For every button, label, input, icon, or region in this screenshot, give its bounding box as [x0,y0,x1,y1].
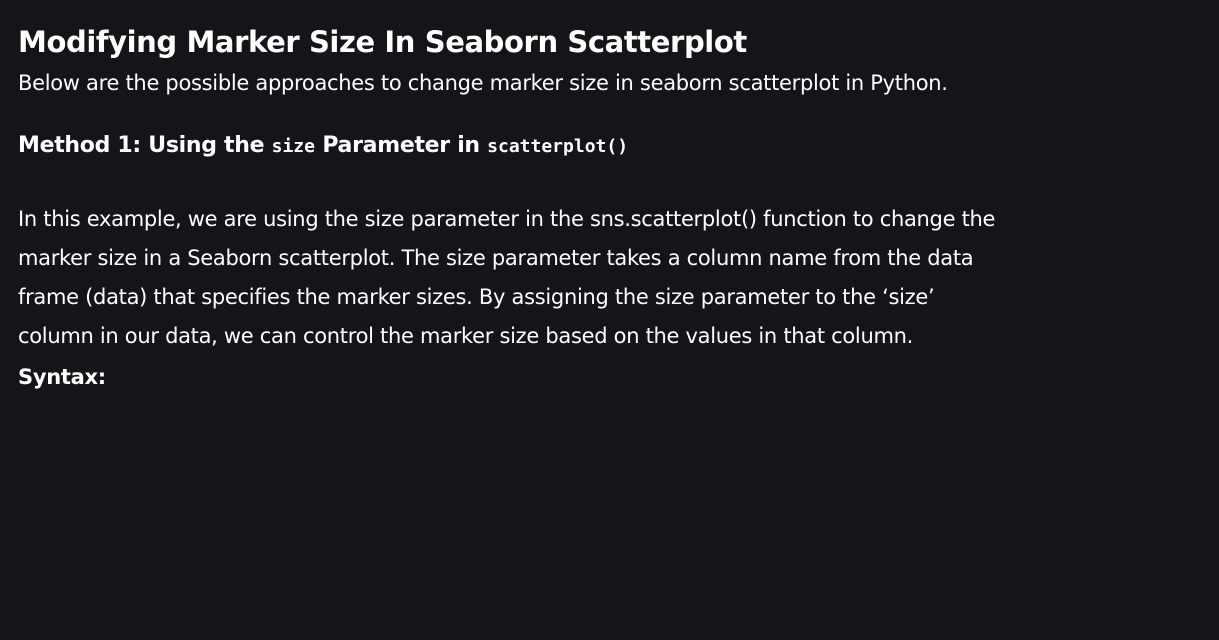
intro-paragraph: Below are the possible approaches to cha… [18,71,948,95]
syntax-label: Syntax: [18,365,106,389]
method-heading-prefix: Method 1: Using the [18,133,265,158]
method-1-heading: Method 1: Using the size Parameter in sc… [18,129,1201,164]
description-line: column in our data, we can control the m… [18,324,914,348]
article-title: Modifying Marker Size In Seaborn Scatter… [18,25,747,59]
size-param-code: size [271,136,315,157]
method-1-description: In this example, we are using the size p… [18,200,1088,356]
method-heading-middle: Parameter in [322,133,480,158]
description-line: frame (data) that specifies the marker s… [18,285,935,309]
scatterplot-function-code: scatterplot() [487,136,629,157]
description-line: In this example, we are using the size p… [18,207,996,231]
description-line: marker size in a Seaborn scatterplot. Th… [18,246,974,270]
article-page: Modifying Marker Size In Seaborn Scatter… [0,0,1219,640]
